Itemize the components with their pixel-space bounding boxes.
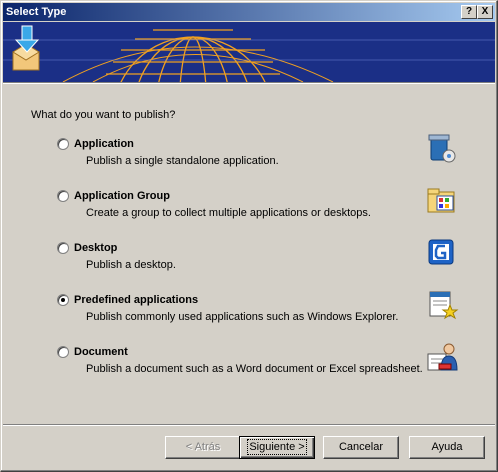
cancel-button-label: Cancelar [338,441,384,453]
help-button[interactable]: Ayuda [409,436,485,459]
desktop-desc: Publish a desktop. [86,259,176,271]
application-group-radio[interactable] [57,190,69,202]
document-label[interactable]: Document [74,346,128,358]
application-group-desc: Create a group to collect multiple appli… [86,207,371,219]
predefined-applications-icon [429,291,459,320]
next-button[interactable]: Siguiente > [239,436,315,459]
predefined-applications-radio[interactable] [57,294,69,306]
desktop-icon [428,239,454,265]
footer-separator [3,424,495,426]
back-button[interactable]: < Atrás [165,436,241,459]
application-desc: Publish a single standalone application. [86,155,279,167]
globe-banner-graphic [3,25,495,82]
option-predefined-applications[interactable]: Predefined applications Publish commonly… [57,291,477,334]
help-title-button[interactable]: ? [461,5,477,19]
document-desc: Publish a document such as a Word docume… [86,363,423,375]
application-label[interactable]: Application [74,138,134,150]
cancel-button[interactable]: Cancelar [323,436,399,459]
option-application[interactable]: Application Publish a single standalone … [57,134,477,178]
application-group-icon [427,188,455,213]
application-group-label[interactable]: Application Group [74,190,170,202]
document-radio[interactable] [57,346,69,358]
prompt-text: What do you want to publish? [31,109,176,121]
option-application-group[interactable]: Application Group Create a group to coll… [57,188,477,230]
application-icon [428,134,456,163]
select-type-dialog: Select Type ? X What do you want to publ… [0,0,498,472]
option-desktop[interactable]: Desktop Publish a desktop. [57,239,477,282]
download-box-icon [12,25,40,71]
option-document[interactable]: Document Publish a document such as a Wo… [57,343,477,386]
desktop-label[interactable]: Desktop [74,242,117,254]
title-bar[interactable]: Select Type ? X [3,3,495,21]
window-title: Select Type [6,6,67,18]
predefined-applications-desc: Publish commonly used applications such … [86,311,399,323]
header-banner [3,22,495,82]
help-button-label: Ayuda [431,441,463,453]
desktop-radio[interactable] [57,242,69,254]
application-radio[interactable] [57,138,69,150]
document-icon [427,343,458,371]
predefined-applications-label[interactable]: Predefined applications [74,294,198,306]
close-title-button[interactable]: X [477,5,493,19]
header-separator [3,82,495,84]
next-button-label: Siguiente > [247,439,307,455]
back-button-label: < Atrás [185,441,221,453]
